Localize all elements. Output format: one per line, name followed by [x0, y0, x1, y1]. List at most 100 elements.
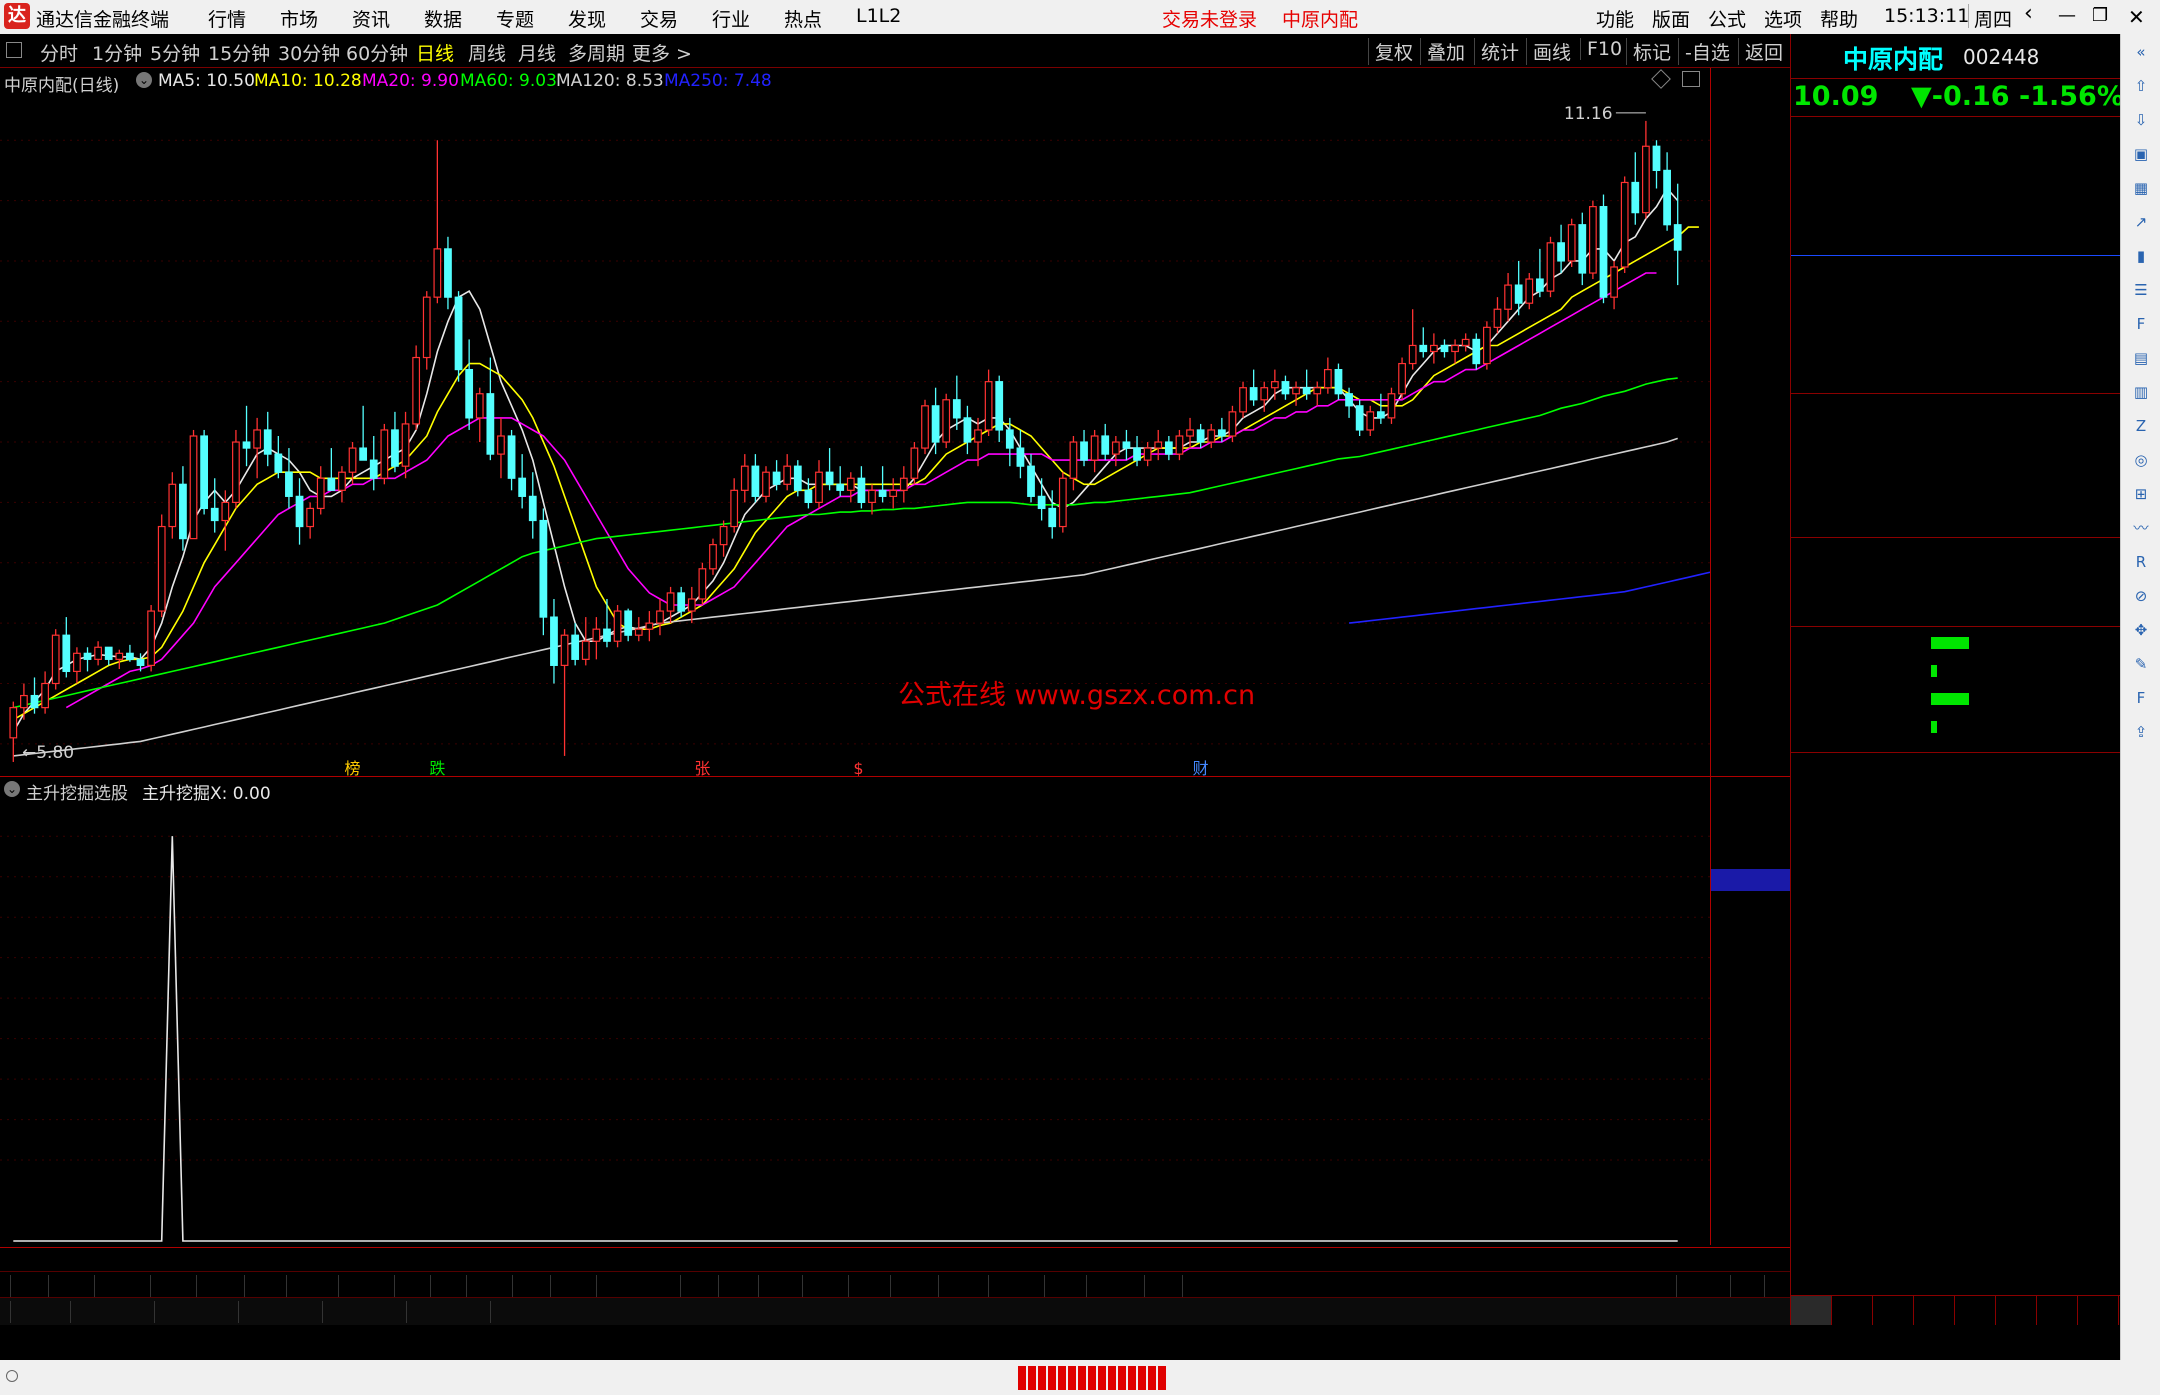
candle[interactable]	[1461, 333, 1470, 352]
candle[interactable]	[1546, 236, 1555, 298]
indicator-tab-17[interactable]	[794, 1275, 803, 1297]
indicator-tab-1[interactable]	[40, 1275, 49, 1297]
period-tab-1min[interactable]: 1分钟	[92, 39, 142, 66]
period-tab-intraday[interactable]: 分时	[40, 39, 78, 66]
collapse-icon[interactable]: «	[2127, 38, 2155, 66]
period-tab-daily[interactable]: 日线	[416, 39, 454, 66]
candle[interactable]	[1281, 375, 1290, 400]
info-tab-0[interactable]	[2, 1301, 11, 1323]
candle[interactable]	[359, 405, 368, 461]
candle[interactable]	[1090, 429, 1099, 473]
info-tab-4[interactable]	[314, 1301, 323, 1323]
indicator-tab-9[interactable]	[422, 1275, 431, 1297]
news-icon[interactable]: ▤	[2127, 344, 2155, 372]
candle[interactable]	[1376, 393, 1385, 424]
candle[interactable]	[1207, 423, 1216, 449]
candle[interactable]	[1482, 321, 1491, 370]
candle[interactable]	[9, 701, 18, 762]
candle[interactable]	[1101, 423, 1110, 461]
remove-button[interactable]	[1756, 1275, 1765, 1297]
candle[interactable]	[168, 472, 177, 539]
candle[interactable]	[1058, 472, 1067, 533]
candle[interactable]	[115, 649, 124, 670]
candle[interactable]	[857, 466, 866, 509]
tool-remove-favorite[interactable]: -自选	[1678, 38, 1730, 65]
candle[interactable]	[1016, 429, 1025, 479]
candle[interactable]	[518, 454, 527, 509]
menu-trade[interactable]: 交易	[640, 5, 678, 32]
candle[interactable]	[327, 448, 336, 491]
wave-icon[interactable]: 〰	[2127, 514, 2155, 542]
candle[interactable]	[613, 605, 622, 648]
candle[interactable]	[391, 411, 399, 473]
quote-tab-3[interactable]	[1914, 1296, 1955, 1325]
candle[interactable]	[1334, 363, 1343, 400]
kline-icon[interactable]: ▮	[2127, 242, 2155, 270]
candle[interactable]	[465, 339, 474, 430]
fz-icon[interactable]: Z	[2127, 412, 2155, 440]
candle[interactable]	[189, 429, 198, 540]
candle[interactable]	[899, 466, 908, 503]
candle[interactable]	[719, 520, 728, 557]
menu-formula[interactable]: 公式	[1708, 5, 1746, 32]
tool-f10[interactable]: F10	[1580, 38, 1622, 60]
candle[interactable]	[157, 514, 166, 618]
candle[interactable]	[1366, 405, 1375, 436]
candle[interactable]	[1175, 429, 1184, 461]
indicator-tab-20[interactable]	[930, 1275, 939, 1297]
info-icon[interactable]: ▥	[2127, 378, 2155, 406]
ask-row[interactable]	[1791, 119, 2121, 146]
alert-icon[interactable]: ⊘	[2127, 582, 2155, 610]
window-icon[interactable]	[1682, 71, 1700, 87]
period-tab-15min[interactable]: 15分钟	[208, 39, 270, 66]
indicator-tab-18[interactable]	[840, 1275, 849, 1297]
tool-overlay[interactable]: 叠加	[1420, 38, 1465, 65]
candle[interactable]	[1239, 381, 1247, 418]
menu-help[interactable]: 帮助	[1820, 5, 1858, 32]
indicator-tab-0[interactable]	[2, 1275, 11, 1297]
candle[interactable]	[1154, 429, 1163, 461]
menu-news[interactable]: 资讯	[352, 5, 390, 32]
indicator-tab-4[interactable]	[188, 1275, 197, 1297]
candle[interactable]	[560, 629, 569, 756]
tool-draw[interactable]: 画线	[1526, 38, 1571, 65]
candle[interactable]	[846, 472, 855, 503]
pen-icon[interactable]: ✎	[2127, 650, 2155, 678]
candle[interactable]	[1292, 381, 1300, 406]
close-icon[interactable]: ✕	[2128, 5, 2145, 29]
candle[interactable]	[592, 617, 601, 660]
candle[interactable]	[380, 423, 389, 485]
candle[interactable]	[1355, 399, 1364, 436]
back-icon[interactable]: ‹	[2024, 1, 2033, 26]
cycle-icon[interactable]: ◎	[2127, 446, 2155, 474]
candle[interactable]	[730, 478, 739, 533]
bid-row[interactable]	[1791, 313, 2121, 340]
candle[interactable]	[338, 466, 346, 503]
event-mark[interactable]: 财	[1193, 759, 1209, 776]
candle[interactable]	[910, 442, 919, 485]
candle[interactable]	[528, 472, 537, 539]
candle[interactable]	[401, 411, 410, 479]
grid-icon[interactable]: ▦	[2127, 174, 2155, 202]
info-tab-6[interactable]	[482, 1301, 491, 1323]
menu-l1l2[interactable]: L1L2	[856, 5, 901, 27]
candle[interactable]	[497, 417, 505, 479]
info-tab-3[interactable]	[230, 1301, 239, 1323]
candle[interactable]	[1037, 478, 1046, 521]
ask-row[interactable]	[1791, 227, 2121, 254]
bid-row[interactable]	[1791, 259, 2121, 286]
menu-market[interactable]: 行情	[208, 5, 246, 32]
sidebar-toggle[interactable]	[1710, 1301, 1718, 1323]
candle[interactable]	[815, 460, 823, 509]
indicator-tab-13[interactable]	[588, 1275, 597, 1297]
add-button[interactable]	[1722, 1275, 1731, 1297]
candle[interactable]	[1313, 381, 1322, 406]
candle[interactable]	[687, 586, 696, 624]
minimize-icon[interactable]: —	[2058, 5, 2076, 26]
menu-industry[interactable]: 行业	[712, 5, 750, 32]
period-tab-monthly[interactable]: 月线	[518, 39, 556, 66]
candle[interactable]	[1451, 339, 1459, 364]
quote-tab-5[interactable]	[1996, 1296, 2037, 1325]
share-icon[interactable]: ⇪	[2127, 718, 2155, 746]
down-icon[interactable]: ⇩	[2127, 106, 2155, 134]
